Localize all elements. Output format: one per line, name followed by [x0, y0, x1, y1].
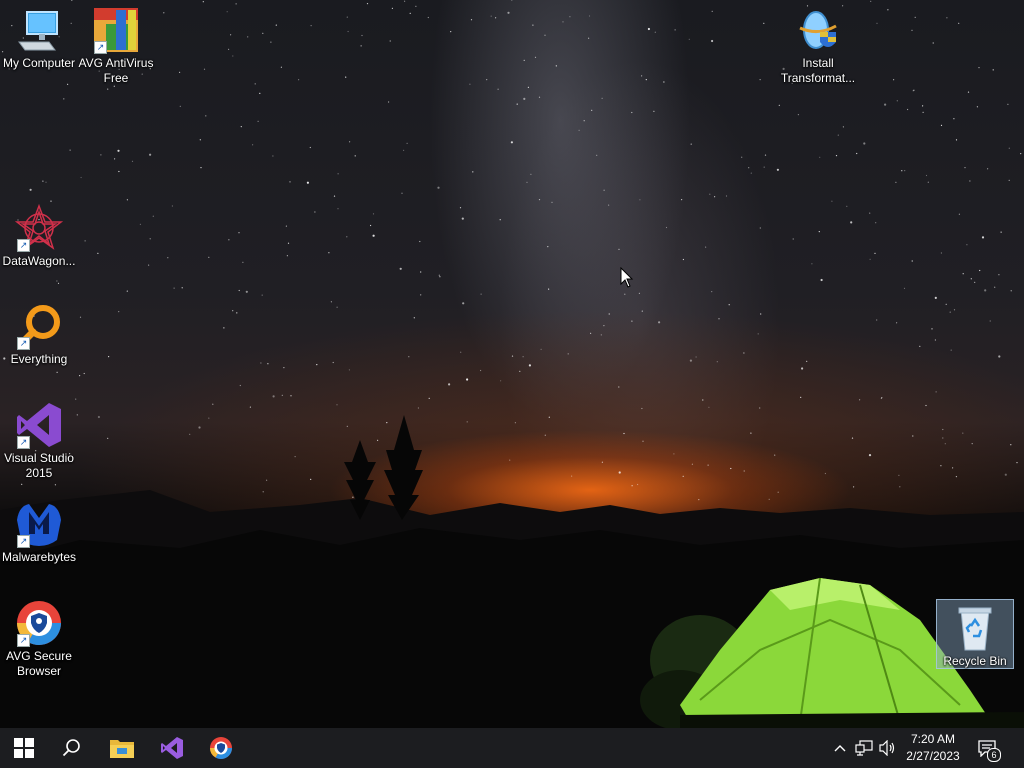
- search-icon: [62, 739, 80, 757]
- desktop[interactable]: My Computer ↗ AVG AntiVirus Free Install…: [0, 0, 1024, 728]
- everything-search-icon: ↗: [15, 302, 63, 350]
- desktop-icon-recycle-bin[interactable]: Recycle Bin: [936, 599, 1014, 669]
- clock-time: 7:20 AM: [910, 732, 956, 746]
- desktop-icon-label: AVG Secure Browser: [6, 649, 72, 678]
- notification-center-button[interactable]: 6: [972, 728, 1002, 768]
- taskbar-file-explorer[interactable]: [98, 728, 146, 768]
- avg-secure-browser-icon: [210, 737, 232, 759]
- network-icon: [855, 740, 873, 756]
- desktop-icon-label: Everything: [10, 352, 68, 366]
- computer-icon: [15, 6, 63, 54]
- taskbar-avg-secure-browser[interactable]: [197, 728, 245, 768]
- desktop-icon-label: Malwarebytes: [1, 550, 77, 564]
- taskbar-visual-studio[interactable]: [148, 728, 196, 768]
- desktop-icon-malwarebytes[interactable]: ↗ Malwarebytes: [1, 496, 77, 565]
- desktop-icon-visual-studio[interactable]: ↗ Visual Studio 2015: [1, 397, 77, 481]
- volume-icon: [879, 740, 895, 756]
- recycle-bin-icon: [951, 604, 999, 652]
- file-explorer-icon: [110, 740, 134, 758]
- installer-icon: [794, 6, 842, 54]
- desktop-icon-everything[interactable]: ↗ Everything: [1, 298, 77, 367]
- mouse-cursor: [620, 267, 634, 288]
- search-button[interactable]: [48, 728, 96, 768]
- network-button[interactable]: [853, 728, 875, 768]
- taskbar-clock[interactable]: 7:20 AM 2/27/2023: [898, 728, 968, 768]
- desktop-icon-label: DataWagon...: [2, 254, 76, 268]
- visual-studio-icon: [161, 737, 183, 759]
- desktop-icon-label: Install Transformat...: [780, 56, 856, 85]
- show-hidden-icons-button[interactable]: [830, 728, 850, 768]
- chevron-up-icon: [834, 745, 846, 752]
- taskbar: 7:20 AM 2/27/2023 6: [0, 728, 1024, 768]
- desktop-icon-label: My Computer: [2, 56, 76, 70]
- desktop-icon-label: Visual Studio 2015: [4, 451, 74, 480]
- desktop-icon-install-transformat[interactable]: Install Transformat...: [780, 2, 856, 86]
- desktop-icon-my-computer[interactable]: My Computer: [1, 2, 77, 71]
- clock-date: 2/27/2023: [906, 749, 960, 763]
- wallpaper-landscape: [0, 415, 1024, 728]
- desktop-icon-datawagon[interactable]: ↗ DataWagon...: [1, 200, 77, 269]
- avg-antivirus-icon: ↗: [92, 6, 140, 54]
- desktop-icon-avg-secure-browser[interactable]: ↗ AVG Secure Browser: [1, 595, 77, 679]
- start-button[interactable]: [0, 728, 48, 768]
- windows-start-icon: [14, 738, 34, 758]
- desktop-icon-label: Recycle Bin: [943, 654, 1007, 668]
- desktop-icon-label: AVG AntiVirus Free: [78, 56, 154, 85]
- visual-studio-icon: ↗: [15, 401, 63, 449]
- notification-count-badge: 6: [987, 748, 1001, 762]
- avg-secure-browser-icon: ↗: [15, 599, 63, 647]
- desktop-icon-avg-antivirus[interactable]: ↗ AVG AntiVirus Free: [78, 2, 154, 86]
- malwarebytes-icon: ↗: [15, 500, 63, 548]
- datawagon-icon: ↗: [14, 203, 64, 252]
- volume-button[interactable]: [877, 728, 899, 768]
